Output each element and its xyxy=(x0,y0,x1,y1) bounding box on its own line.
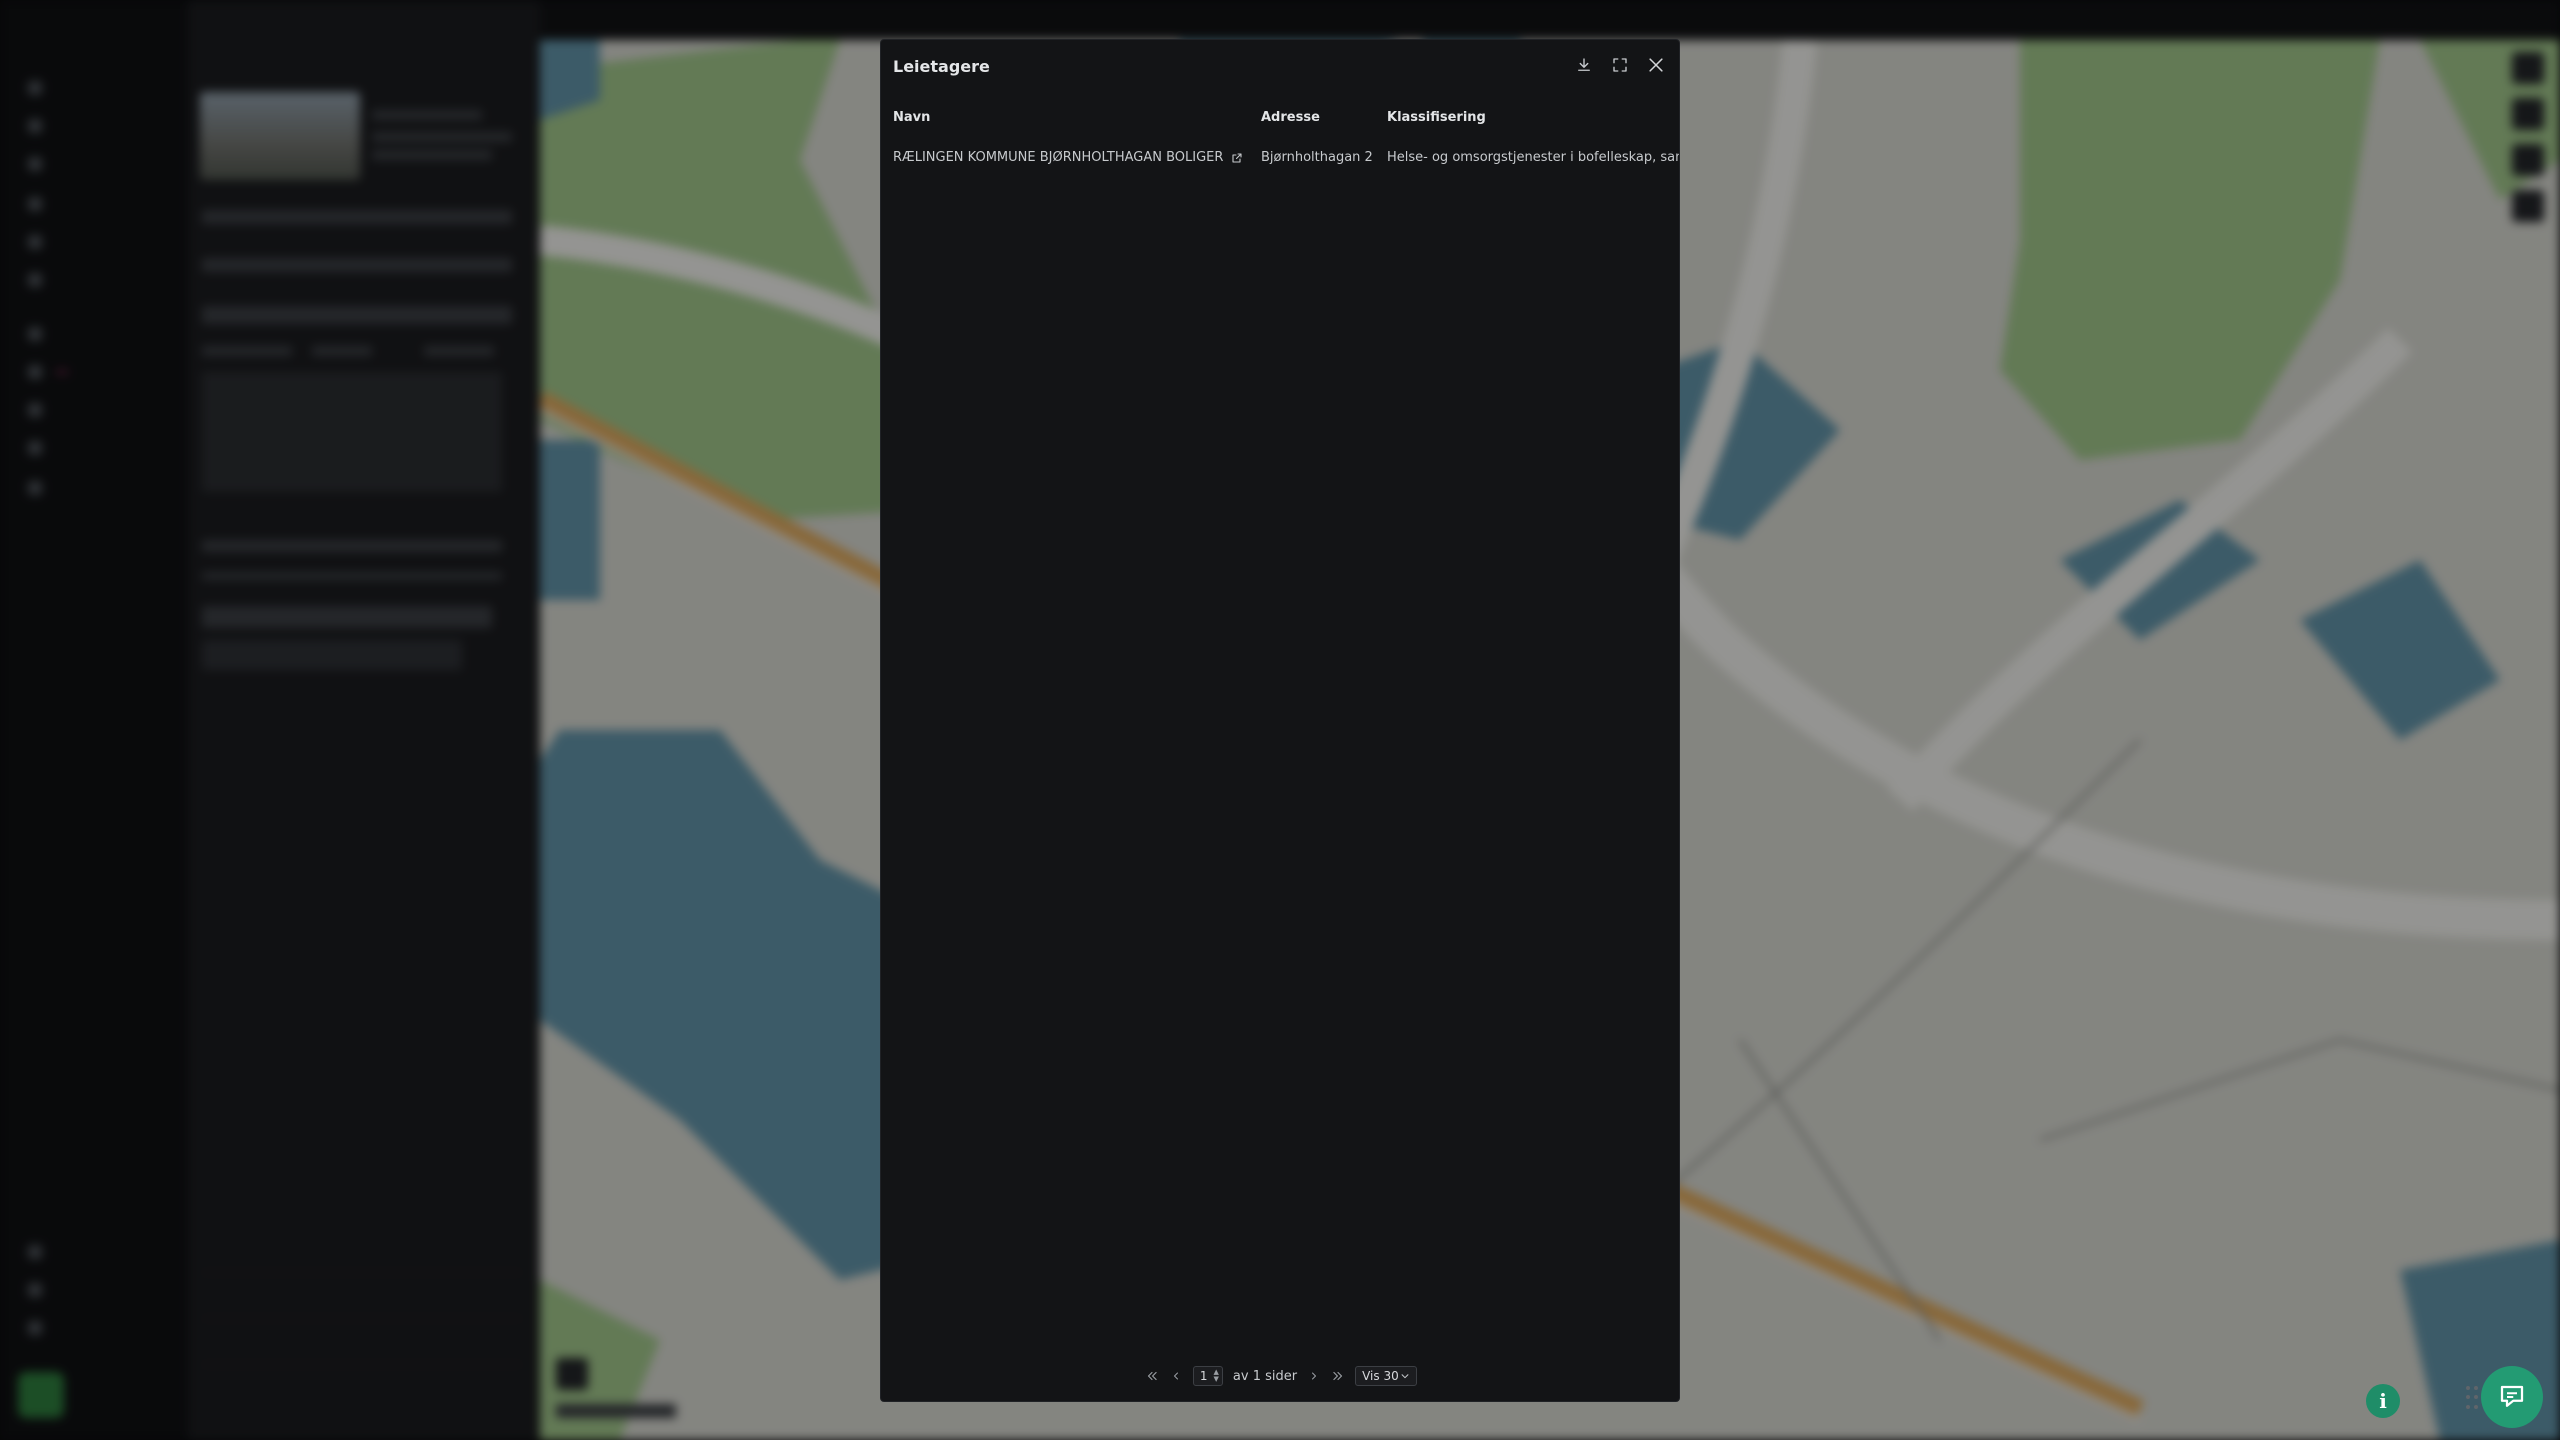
dialog-actions xyxy=(1571,46,1669,84)
download-icon xyxy=(1578,58,1590,71)
tenants-dialog: Leietagere Navn Adresse Klassifisering R… xyxy=(880,39,1680,1402)
cell-klassifisering: Helse- og omsorgstjenester i bofelleskap… xyxy=(1387,150,1679,165)
page-count-label: av 1 sider xyxy=(1232,1368,1298,1384)
drag-handle-icon[interactable] xyxy=(2466,1386,2480,1410)
close-button[interactable] xyxy=(1643,46,1669,84)
page-number-input[interactable]: 1 ▲ ▼ xyxy=(1192,1366,1223,1386)
chevrons-right-icon xyxy=(1333,1371,1343,1381)
cell-navn[interactable]: RÆLINGEN KOMMUNE BJØRNHOLTHAGAN BOLIGER xyxy=(893,138,1253,178)
tenant-name-link[interactable]: RÆLINGEN KOMMUNE BJØRNHOLTHAGAN BOLIGER xyxy=(893,138,1223,178)
close-icon xyxy=(1649,58,1663,72)
next-page-button[interactable] xyxy=(1307,1366,1321,1386)
tenants-table: Navn Adresse Klassifisering RÆLINGEN KOM… xyxy=(881,98,1679,178)
chevron-left-icon xyxy=(1173,1372,1178,1380)
fullscreen-button[interactable] xyxy=(1607,46,1633,84)
chevron-right-icon xyxy=(1312,1372,1317,1380)
download-button[interactable] xyxy=(1571,46,1597,84)
chevron-down-icon xyxy=(1401,1374,1409,1379)
stepper-arrows-icon[interactable]: ▲ ▼ xyxy=(1214,1369,1219,1383)
page-size-value: Vis 30 xyxy=(1362,1369,1399,1383)
external-link-icon[interactable] xyxy=(1231,152,1243,164)
column-header-klassifisering[interactable]: Klassifisering xyxy=(1387,98,1679,138)
first-page-button[interactable] xyxy=(1145,1366,1159,1386)
column-header-navn[interactable]: Navn xyxy=(893,98,1253,138)
column-header-adresse[interactable]: Adresse xyxy=(1261,98,1383,138)
cell-adresse: Bjørnholthagan 2 xyxy=(1261,150,1373,165)
chat-icon xyxy=(2500,1385,2524,1407)
page-size-select[interactable]: Vis 30 xyxy=(1355,1366,1418,1386)
pagination: 1 ▲ ▼ av 1 sider Vis 30 xyxy=(881,1365,1679,1387)
info-icon[interactable]: i xyxy=(2366,1384,2400,1418)
expand-icon xyxy=(1613,58,1627,72)
dialog-title: Leietagere xyxy=(893,57,990,76)
table-row: RÆLINGEN KOMMUNE BJØRNHOLTHAGAN BOLIGER … xyxy=(881,138,1679,178)
chat-button[interactable] xyxy=(2481,1366,2543,1428)
previous-page-button[interactable] xyxy=(1169,1366,1183,1386)
chevrons-left-icon xyxy=(1147,1371,1157,1381)
last-page-button[interactable] xyxy=(1331,1366,1345,1386)
table-header: Navn Adresse Klassifisering xyxy=(881,98,1679,138)
page-number-value: 1 xyxy=(1199,1369,1208,1383)
